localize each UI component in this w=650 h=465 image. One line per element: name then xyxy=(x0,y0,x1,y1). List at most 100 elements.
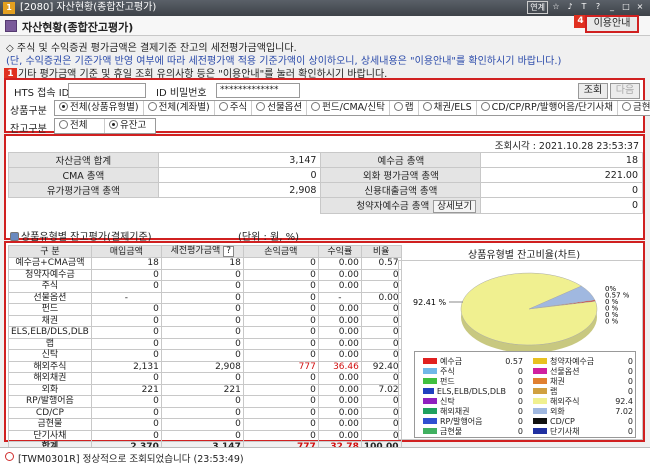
prod-option-6[interactable]: 채권/ELS xyxy=(419,101,477,115)
table-cell: 0 xyxy=(90,372,162,385)
prod-option-8[interactable]: 금현물 xyxy=(618,101,650,115)
next-button[interactable]: 다음 xyxy=(610,83,640,99)
legend-name: 랩 xyxy=(550,387,558,396)
bal-option-1[interactable]: 유잔고 xyxy=(105,119,155,133)
table-cell: 0 xyxy=(160,291,244,304)
table-cell: 0 xyxy=(160,337,244,350)
table-cell: 0 xyxy=(242,429,319,442)
table-cell: 0 xyxy=(242,257,319,270)
subscription-label: 청약자예수금 총액 xyxy=(356,201,430,212)
radio-icon[interactable] xyxy=(393,102,403,111)
table-cell: 0 xyxy=(160,395,244,408)
table-cell: 0 xyxy=(360,349,402,362)
radio-icon[interactable] xyxy=(218,102,228,111)
summary-blank xyxy=(158,197,321,214)
table-cell: 해외주식 xyxy=(8,360,92,373)
table-cell: 0.00 xyxy=(317,326,362,339)
table-cell: 0 xyxy=(242,291,319,304)
window-btn-4[interactable]: ? xyxy=(592,1,604,14)
table-cell: 0 xyxy=(360,268,402,281)
table-cell: 0 xyxy=(242,418,319,431)
prod-option-2[interactable]: 주식 xyxy=(215,101,253,115)
table-cell: 18 xyxy=(160,257,244,270)
prod-option-3[interactable]: 선물옵션 xyxy=(252,101,308,115)
window-btn-5[interactable]: _ xyxy=(606,1,618,14)
legend-item: 단기사채 0 xyxy=(533,427,633,436)
summary-row: 자산금액 합계 3,147 예수금 총액 18 xyxy=(8,152,643,168)
radio-icon[interactable] xyxy=(59,102,68,111)
notes: ◇ 주식 및 수익증권 평가금액은 결제기준 잔고의 세전평가금액입니다. (단… xyxy=(6,42,561,81)
table-cell: 선물옵션 xyxy=(8,291,92,304)
detail-header-label: 비율 xyxy=(372,246,390,257)
summary-panel: 조회시각 : 2021.10.28 23:53:37 자산금액 합계 3,147 예… xyxy=(4,134,645,243)
summary-row: 청약자예수금 총액 상세보기 0 xyxy=(8,197,643,214)
note-line2: (단, 수익증권은 기준가액 반영 여부에 따라 세전평가액 적용 기준가액이 … xyxy=(6,56,562,67)
prod-option-1[interactable]: 전체(계좌별) xyxy=(144,101,215,115)
table-row: 주식 0 0 0 0.00 0 xyxy=(8,280,402,293)
prod-option-label: 금현물 xyxy=(633,102,650,113)
table-cell: 0 xyxy=(360,280,402,293)
window-btn-2[interactable]: ♪ xyxy=(564,1,576,14)
legend-item: ELS,ELB/DLS,DLB 0 xyxy=(423,387,523,396)
legend-item: 해외채권 0 xyxy=(423,407,523,416)
table-cell: 청약자예수금 xyxy=(8,268,92,281)
query-button[interactable]: 조회 xyxy=(578,83,608,99)
bal-option-0[interactable]: 전체 xyxy=(55,119,105,133)
table-cell: 예수금+CMA금액 xyxy=(8,257,92,270)
table-cell: ELS,ELB/DLS,DLB xyxy=(8,326,92,339)
legend-name: CD/CP xyxy=(550,417,575,426)
radio-icon[interactable] xyxy=(109,120,118,129)
window-btn-0[interactable]: 연계 xyxy=(527,1,548,14)
table-row: 외화 221 221 0 0.00 7.02 xyxy=(8,383,402,396)
table-row: 금현물 0 0 0 0.00 0 xyxy=(8,418,402,431)
table-cell: CD/CP xyxy=(8,406,92,419)
legend-name: RP/발행어음 xyxy=(440,417,483,426)
summary-cell: CMA 총액 xyxy=(8,167,159,183)
table-cell: 0 xyxy=(90,337,162,350)
table-cell: 0 xyxy=(90,303,162,316)
window-btn-7[interactable]: × xyxy=(634,1,646,14)
summary-cell: 0 xyxy=(480,182,643,198)
table-cell: 0.00 xyxy=(317,280,362,293)
table-cell: - xyxy=(90,291,162,304)
table-cell: 0 xyxy=(90,418,162,431)
prod-option-0[interactable]: 전체(상품유형별) xyxy=(55,101,144,115)
table-cell: 0 xyxy=(242,280,319,293)
table-cell: 0 xyxy=(242,268,319,281)
legend-swatch xyxy=(423,418,437,424)
bal-option-label: 전체 xyxy=(70,120,88,131)
help-icon[interactable]: ? xyxy=(223,246,235,257)
legend-item: 채권 0 xyxy=(533,377,633,386)
radio-icon[interactable] xyxy=(422,102,432,111)
table-row: 선물옵션 -0 0-0.00 xyxy=(8,291,402,304)
prod-option-5[interactable]: 랩 xyxy=(390,101,419,115)
detail-view-button[interactable]: 상세보기 xyxy=(433,200,477,213)
detail-header-label: 손익금액 xyxy=(264,246,298,257)
balance-label: 잔고구분 xyxy=(10,124,47,135)
radio-icon[interactable] xyxy=(59,120,68,129)
app-icon xyxy=(5,20,17,32)
table-row: RP/발행어음 0 0 0 0.00 0 xyxy=(8,395,402,408)
radio-icon[interactable] xyxy=(147,102,157,111)
window-btn-6[interactable]: □ xyxy=(620,1,632,14)
prod-option-4[interactable]: 펀드/CMA/신탁 xyxy=(307,101,390,115)
table-row: CD/CP 0 0 0 0.00 0 xyxy=(8,406,402,419)
table-cell: 0.00 xyxy=(317,395,362,408)
detail-table: 구 분 매입금액 세전평가금액? 손익금액 수익률 비율 예수금+CMA금액 18 18 0 0.… xyxy=(8,245,402,454)
table-cell: 0 xyxy=(160,349,244,362)
prod-option-7[interactable]: CD/CP/RP/발행어음/단기사채 xyxy=(477,101,619,115)
pw-input[interactable]: ************* xyxy=(216,83,300,98)
radio-icon[interactable] xyxy=(256,102,266,111)
radio-icon[interactable] xyxy=(622,102,632,111)
legend-swatch xyxy=(533,408,547,414)
hts-id-input[interactable] xyxy=(68,83,146,98)
chart-legend: 예수금 0.57 청약자예수금 0 주식 0 선물옵션 0 펀드 0 채권 0 ELS,ELB/DLS,… xyxy=(414,351,636,438)
table-cell: 0 xyxy=(160,326,244,339)
legend-item: CD/CP 0 xyxy=(533,417,633,426)
info-button[interactable]: 이용안내 xyxy=(585,15,639,33)
window-btn-3[interactable]: T xyxy=(578,1,590,14)
prod-label: 상품구분 xyxy=(10,106,47,117)
radio-icon[interactable] xyxy=(480,102,490,111)
radio-icon[interactable] xyxy=(311,102,321,111)
window-btn-1[interactable]: ☆ xyxy=(550,1,562,14)
